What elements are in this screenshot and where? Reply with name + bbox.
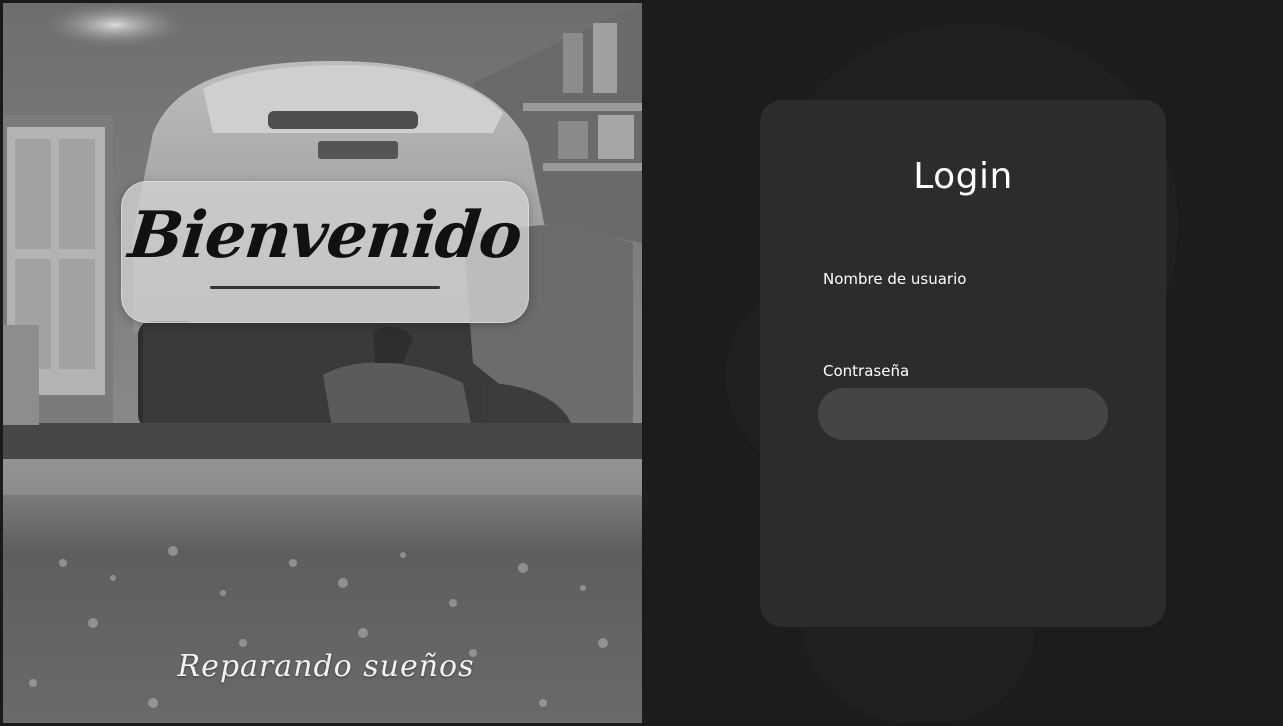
login-panel: Login Nombre de usuario Contraseña bbox=[643, 3, 1283, 723]
login-title: Login bbox=[913, 156, 1013, 197]
password-input[interactable] bbox=[818, 388, 1108, 440]
username-label: Nombre de usuario bbox=[823, 270, 967, 288]
login-page: Bienvenido Reparando sueños Login Nombre… bbox=[0, 0, 1283, 726]
welcome-title: Bienvenido bbox=[125, 198, 525, 273]
garage-background-image bbox=[3, 3, 642, 723]
login-card: Login Nombre de usuario Contraseña bbox=[760, 100, 1166, 627]
username-input[interactable] bbox=[818, 296, 1108, 348]
welcome-panel: Bienvenido Reparando sueños bbox=[3, 3, 642, 723]
password-label: Contraseña bbox=[823, 362, 910, 380]
welcome-underline bbox=[210, 286, 440, 289]
tagline: Reparando sueños bbox=[177, 649, 475, 684]
welcome-card: Bienvenido bbox=[121, 181, 529, 323]
